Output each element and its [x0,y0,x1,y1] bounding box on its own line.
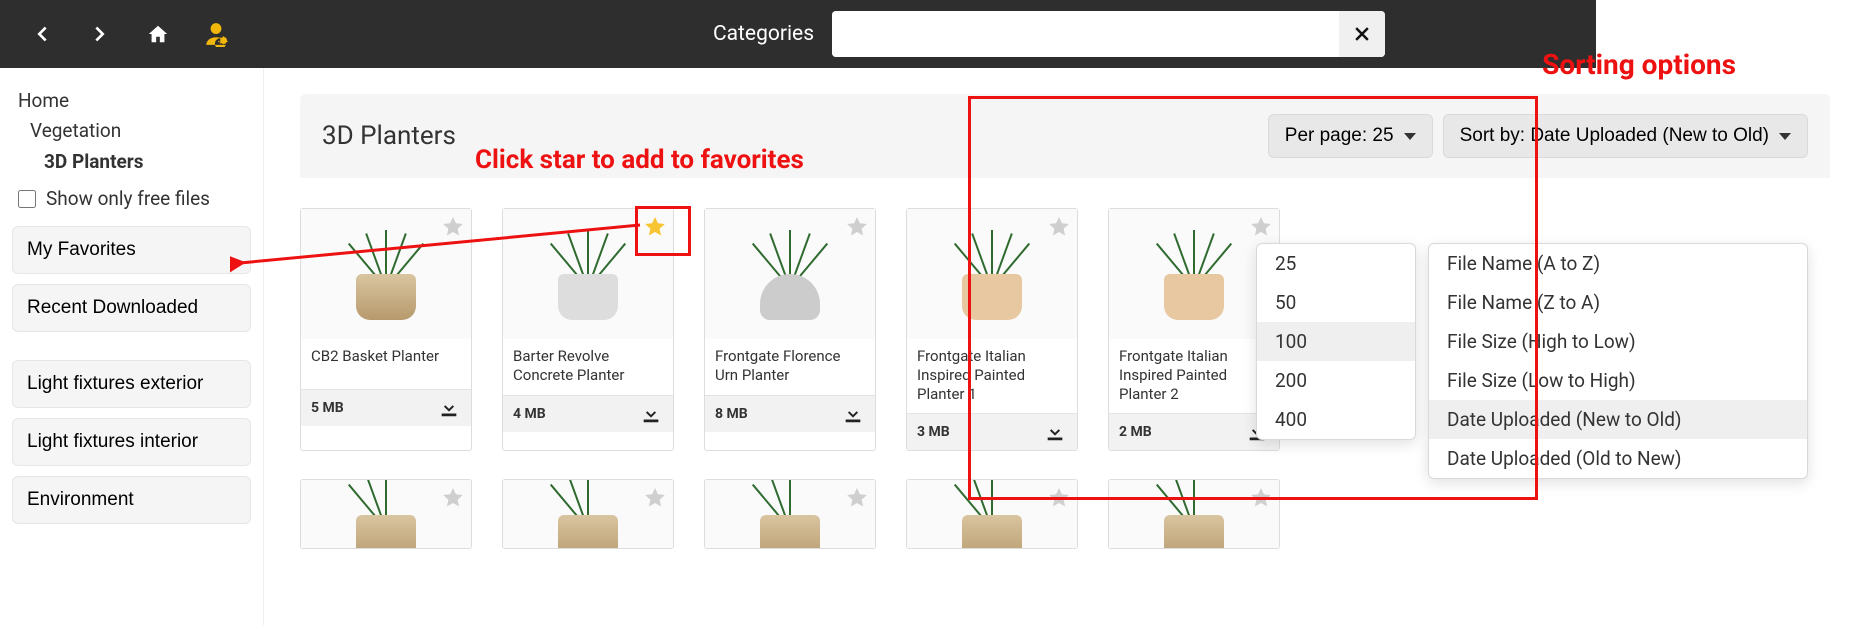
favorite-star-icon[interactable] [845,486,869,510]
download-icon[interactable] [639,402,663,426]
result-card[interactable] [704,479,876,549]
recent-downloaded-button[interactable]: Recent Downloaded [12,284,251,332]
card-name: Barter Revolve Concrete Planter [503,339,673,395]
show-free-files-label: Show only free files [46,187,210,210]
result-card[interactable]: Frontgate Italian Inspired Painted Plant… [906,208,1078,451]
results-grid-row-2 [300,479,1830,549]
download-icon[interactable] [1043,420,1067,444]
download-icon[interactable] [437,396,461,420]
card-thumbnail [301,209,471,339]
result-card[interactable]: Frontgate Florence Urn Planter 8 MB [704,208,876,451]
per-page-option[interactable]: 200 [1257,361,1415,400]
title-row: 3D Planters Per page: 25 Sort by: Date U… [300,94,1830,178]
favorite-star-icon[interactable] [441,486,465,510]
search-input[interactable] [832,11,1339,57]
sort-by-menu: File Name (A to Z) File Name (Z to A) Fi… [1428,243,1808,479]
favorite-star-icon[interactable] [1047,215,1071,239]
breadcrumb-home[interactable]: Home [12,86,251,116]
per-page-menu: 25 50 100 200 400 [1256,243,1416,440]
result-card[interactable] [300,479,472,549]
breadcrumb-current[interactable]: 3D Planters [12,147,251,177]
card-thumbnail [705,209,875,339]
show-free-files-row[interactable]: Show only free files [12,187,251,210]
favorite-star-icon[interactable] [1047,486,1071,510]
result-card[interactable] [906,479,1078,549]
card-size: 8 MB [715,406,748,422]
card-thumbnail [503,209,673,339]
sort-option[interactable]: Date Uploaded (New to Old) [1429,400,1807,439]
sort-option[interactable]: File Size (High to Low) [1429,322,1807,361]
card-name: CB2 Basket Planter [301,339,471,389]
sidebar: Home Vegetation 3D Planters Show only fr… [0,68,264,625]
favorite-star-icon[interactable] [845,215,869,239]
sidebar-category-1[interactable]: Light fixtures interior [12,418,251,466]
sort-option[interactable]: File Size (Low to High) [1429,361,1807,400]
search-label: Categories [713,22,814,46]
sidebar-category-2[interactable]: Environment [12,476,251,524]
home-button[interactable] [138,14,178,54]
per-page-option[interactable]: 400 [1257,400,1415,439]
search-box [832,11,1385,57]
favorite-star-icon[interactable] [643,486,667,510]
main-area: 3D Planters Per page: 25 Sort by: Date U… [264,68,1866,625]
favorite-star-icon[interactable] [441,215,465,239]
category-list: Light fixtures exterior Light fixtures i… [12,360,251,524]
result-card[interactable] [502,479,674,549]
card-size: 4 MB [513,406,546,422]
result-card[interactable]: CB2 Basket Planter 5 MB [300,208,472,451]
page-title: 3D Planters [322,121,456,151]
sort-option[interactable]: Date Uploaded (Old to New) [1429,439,1807,478]
result-card[interactable]: Frontgate Italian Inspired Painted Plant… [1108,208,1280,451]
per-page-option[interactable]: 100 [1257,322,1415,361]
clear-search-button[interactable] [1339,11,1385,57]
card-size: 5 MB [311,400,344,416]
result-card[interactable]: Barter Revolve Concrete Planter 4 MB [502,208,674,451]
user-settings-button[interactable] [196,14,236,54]
favorite-star-icon[interactable] [1249,486,1273,510]
favorite-star-icon[interactable] [1249,215,1273,239]
card-name: Frontgate Florence Urn Planter [705,339,875,395]
forward-button[interactable] [80,14,120,54]
breadcrumb-vegetation[interactable]: Vegetation [12,116,251,146]
sort-option[interactable]: File Name (A to Z) [1429,244,1807,283]
sidebar-category-0[interactable]: Light fixtures exterior [12,360,251,408]
top-bar: Categories [0,0,1866,68]
per-page-dropdown[interactable]: Per page: 25 [1268,114,1433,158]
my-favorites-button[interactable]: My Favorites [12,226,251,274]
sort-by-dropdown[interactable]: Sort by: Date Uploaded (New to Old) [1443,114,1808,158]
top-right-blank [1596,0,1866,68]
show-free-files-checkbox[interactable] [18,190,36,208]
download-icon[interactable] [841,402,865,426]
card-name: Frontgate Italian Inspired Painted Plant… [1109,339,1279,413]
card-thumbnail [907,209,1077,339]
per-page-option[interactable]: 25 [1257,244,1415,283]
card-size: 2 MB [1119,424,1152,440]
back-button[interactable] [22,14,62,54]
result-card[interactable] [1108,479,1280,549]
favorite-star-icon[interactable] [643,215,667,239]
card-thumbnail [1109,209,1279,339]
breadcrumb: Home Vegetation 3D Planters [12,86,251,177]
sort-option[interactable]: File Name (Z to A) [1429,283,1807,322]
card-name: Frontgate Italian Inspired Painted Plant… [907,339,1077,413]
card-size: 3 MB [917,424,950,440]
search-wrap: Categories [713,11,1385,57]
per-page-option[interactable]: 50 [1257,283,1415,322]
